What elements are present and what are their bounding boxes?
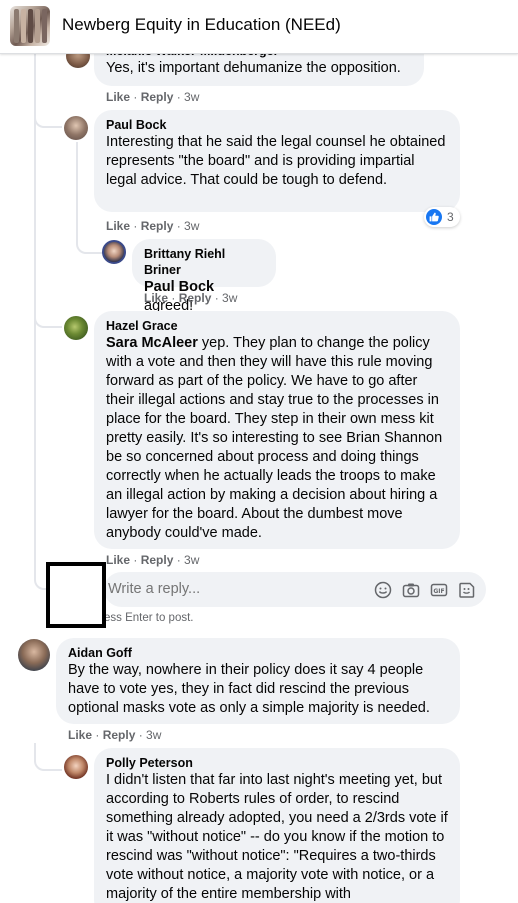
thread-curve [34, 100, 62, 128]
reply-link[interactable]: Reply [141, 90, 174, 104]
comment-actions: Like · Reply · 3w [68, 728, 162, 742]
comment-text: Sara McAleer yep. They plan to change th… [106, 334, 448, 543]
like-link[interactable]: Like [106, 219, 130, 233]
timestamp[interactable]: 3w [184, 553, 199, 567]
camera-icon[interactable] [402, 581, 420, 599]
press-enter-hint: ess Enter to post. [104, 612, 194, 624]
comment-actions: Like · Reply · 3w [106, 553, 200, 567]
thread-curve [34, 300, 62, 328]
reaction-count[interactable]: 3 [424, 207, 460, 227]
comment-bubble: Polly Peterson I didn't listen that far … [94, 748, 460, 903]
comment-author[interactable]: Aidan Goff [68, 645, 448, 661]
comment-author[interactable]: Brittany Riehl Briner [144, 246, 264, 278]
comment-bubble: Hazel Grace Sara McAleer yep. They plan … [94, 311, 460, 549]
comment-author[interactable]: Polly Peterson [106, 755, 448, 771]
like-reaction-icon [426, 209, 442, 225]
timestamp[interactable]: 3w [184, 219, 199, 233]
like-link[interactable]: Like [144, 291, 168, 305]
timestamp[interactable]: 3w [146, 728, 161, 742]
reply-link[interactable]: Reply [141, 553, 174, 567]
timestamp[interactable]: 3w [184, 90, 199, 104]
reply-box: GIF [104, 572, 486, 607]
reaction-number: 3 [447, 210, 454, 224]
comment-bubble: Aidan Goff By the way, nowhere in their … [56, 638, 460, 724]
thread-curve [34, 566, 46, 590]
comment-text: Yes, it's important dehumanize the oppos… [106, 60, 401, 76]
comment-actions: Like · Reply · 3w [106, 219, 200, 233]
comment-text: I didn't listen that far into last night… [106, 772, 448, 902]
comment-bubble: Brittany Riehl Briner Paul Bock agreed! [132, 239, 276, 314]
sticker-icon[interactable] [458, 581, 476, 599]
thread-curve [76, 228, 102, 254]
thread-curve [34, 743, 62, 771]
avatar[interactable] [102, 240, 126, 264]
redaction-box [46, 562, 106, 628]
group-title[interactable]: Newberg Equity in Education (NEEd) [62, 15, 341, 35]
avatar[interactable] [64, 316, 88, 340]
comment-text-body: yep. They plan to change the policy with… [106, 335, 443, 541]
comment-actions: Like · Reply · 3w [106, 90, 200, 104]
group-cover-image[interactable] [10, 6, 50, 46]
like-link[interactable]: Like [106, 553, 130, 567]
reply-link[interactable]: Reply [103, 728, 136, 742]
comment-author[interactable]: Hazel Grace [106, 318, 448, 334]
comment-text: By the way, nowhere in their policy does… [68, 662, 430, 716]
comment-actions: Like · Reply · 3w [144, 291, 238, 305]
like-link[interactable]: Like [68, 728, 92, 742]
gif-icon[interactable]: GIF [430, 581, 448, 599]
comment-author[interactable]: Paul Bock [106, 117, 448, 133]
comment-bubble: Paul Bock Interesting that he said the l… [94, 110, 460, 212]
avatar[interactable] [64, 755, 88, 779]
mention-link[interactable]: Sara McAleer [106, 335, 198, 351]
emoji-icon[interactable] [374, 581, 392, 599]
avatar[interactable] [18, 639, 50, 671]
reply-link[interactable]: Reply [179, 291, 212, 305]
timestamp[interactable]: 3w [222, 291, 237, 305]
like-link[interactable]: Like [106, 90, 130, 104]
reply-input[interactable] [108, 581, 368, 597]
group-header: Newberg Equity in Education (NEEd) [0, 0, 518, 54]
thread-line [76, 142, 78, 230]
avatar[interactable] [64, 116, 88, 140]
comment-text: Interesting that he said the legal couns… [106, 134, 446, 188]
svg-text:GIF: GIF [433, 588, 444, 595]
reply-link[interactable]: Reply [141, 219, 174, 233]
